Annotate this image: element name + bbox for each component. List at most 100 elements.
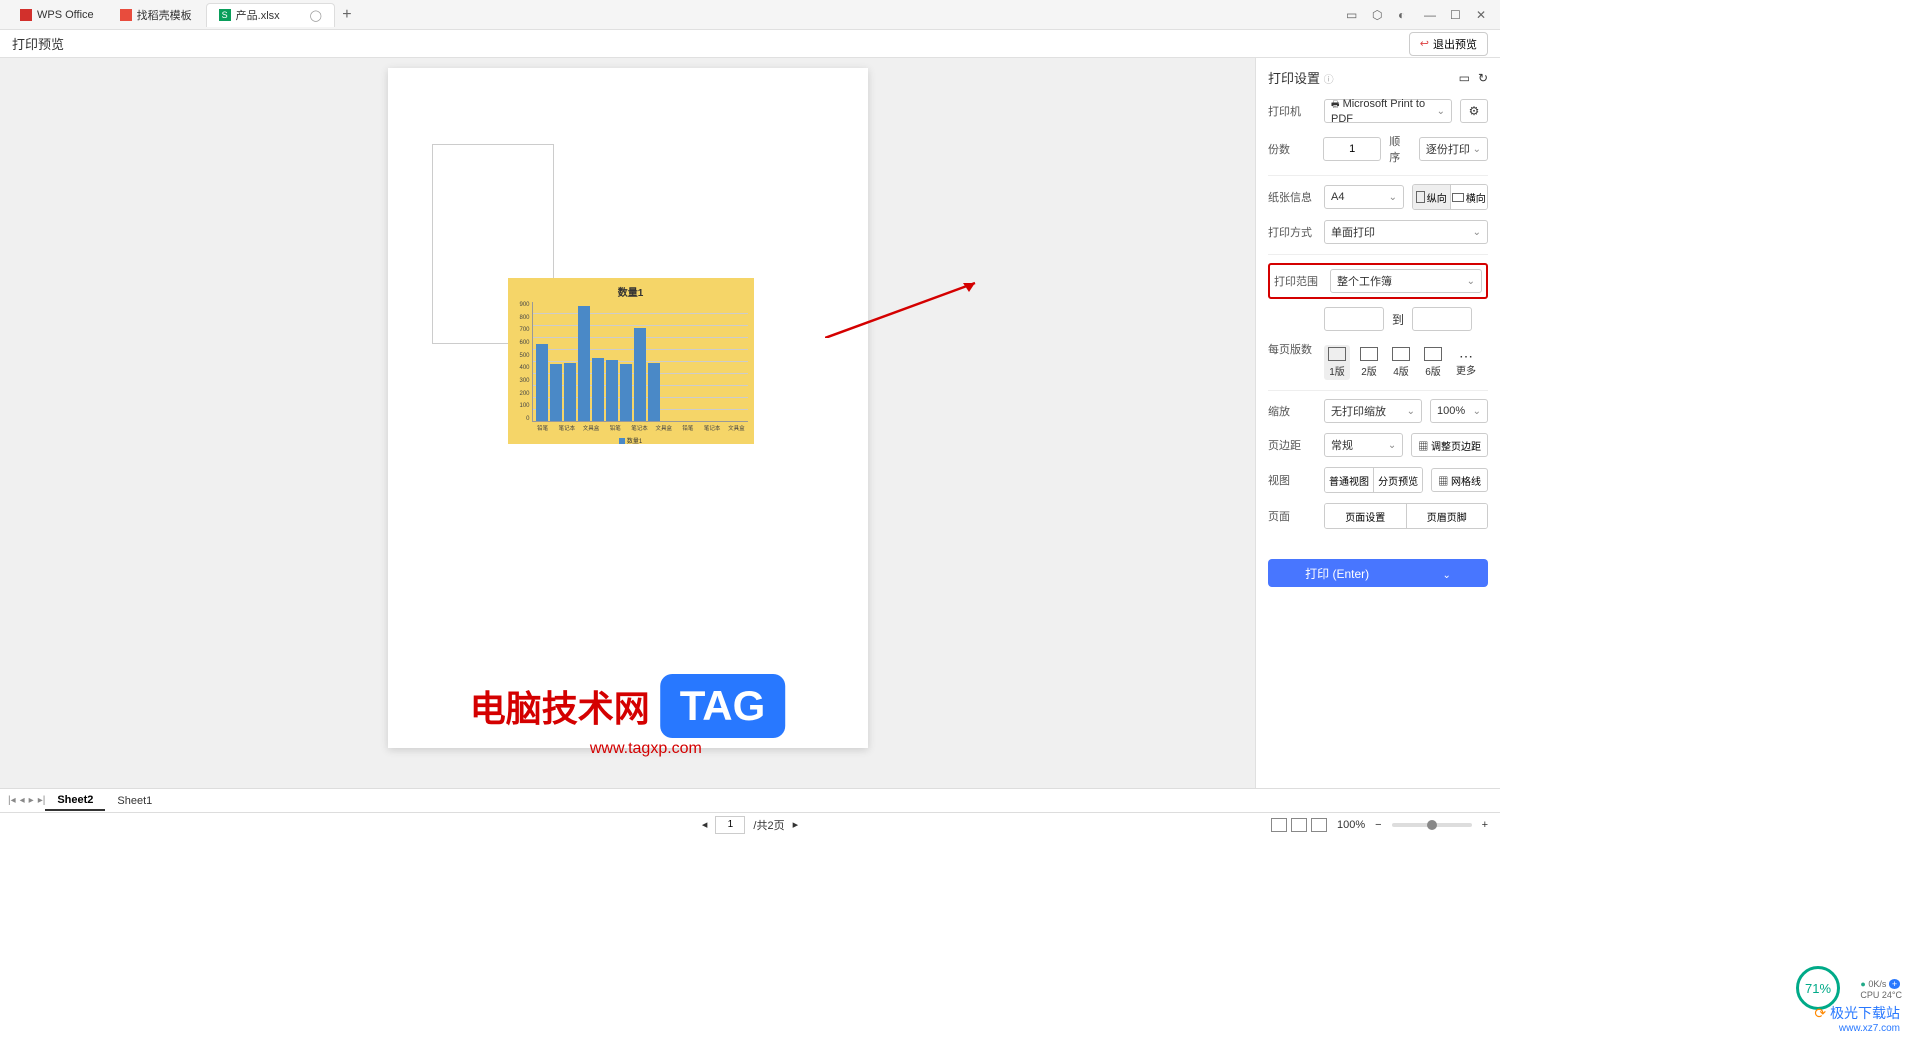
exit-preview-button[interactable]: ↩退出预览 bbox=[1409, 32, 1488, 56]
layout-4-button[interactable]: 4版 bbox=[1388, 345, 1414, 380]
view-mode-3[interactable] bbox=[1311, 818, 1327, 832]
chart-x-labels: 铅笔笔记本文具盒铅笔笔记本文具盒铅笔笔记本文具盒 bbox=[514, 424, 748, 432]
layout-6-button[interactable]: 6版 bbox=[1420, 345, 1446, 380]
page-next-button[interactable]: ▸ bbox=[793, 818, 799, 831]
chart-bar bbox=[606, 360, 618, 421]
layout-more-button[interactable]: ⋯更多 bbox=[1452, 346, 1480, 379]
zoom-slider[interactable] bbox=[1392, 823, 1472, 827]
margin-icon: ▦ bbox=[1418, 442, 1428, 453]
sheet-first-button[interactable]: |◂ bbox=[8, 795, 16, 806]
chart-bar bbox=[578, 306, 590, 421]
sheet-tab-sheet2[interactable]: Sheet2 bbox=[45, 791, 105, 811]
refresh-icon[interactable]: ↻ bbox=[1478, 71, 1488, 85]
page-number-input[interactable] bbox=[715, 816, 745, 834]
chart-bar bbox=[564, 363, 576, 421]
zoom-pct-select[interactable]: 100%⌄ bbox=[1430, 399, 1488, 423]
panel-icon-1[interactable]: ▭ bbox=[1459, 71, 1470, 85]
print-range-select[interactable]: 整个工作簿⌄ bbox=[1330, 269, 1482, 293]
chart-y-axis: 9008007006005004003002001000 bbox=[514, 302, 532, 422]
chevron-down-icon: ⌄ bbox=[1407, 406, 1415, 417]
maximize-button[interactable]: ☐ bbox=[1450, 8, 1464, 22]
tab-menu-icon[interactable]: ◯ bbox=[310, 9, 322, 22]
chart-bar bbox=[620, 364, 632, 421]
portrait-icon bbox=[1416, 191, 1425, 203]
print-button[interactable]: 打印 (Enter) ⌄ bbox=[1268, 559, 1488, 587]
chevron-down-icon: ⌄ bbox=[1388, 440, 1396, 451]
chart-title: 数量1 bbox=[514, 284, 748, 299]
template-icon bbox=[120, 9, 132, 21]
chevron-down-icon: ⌄ bbox=[1473, 406, 1481, 417]
chart-bar bbox=[592, 358, 604, 421]
order-label: 顺序 bbox=[1389, 133, 1411, 165]
page-title: 打印预览 bbox=[12, 34, 64, 53]
layout-1-button[interactable]: 1版 bbox=[1324, 345, 1350, 380]
page-settings-button[interactable]: 页面设置 bbox=[1325, 504, 1407, 528]
close-button[interactable]: ✕ bbox=[1476, 8, 1490, 22]
tab-add-button[interactable]: + bbox=[337, 6, 357, 24]
user-avatar-icon[interactable]: ◐ bbox=[1398, 8, 1412, 22]
view-normal-button[interactable]: 普通视图 bbox=[1325, 468, 1374, 492]
chart-plot bbox=[532, 302, 748, 422]
portrait-button[interactable]: 纵向 bbox=[1413, 185, 1451, 209]
wps-icon bbox=[20, 9, 32, 21]
adjust-margin-button[interactable]: ▦ 调整页边距 bbox=[1411, 433, 1488, 457]
system-stats: ● 0K/s + CPU 24°C bbox=[1860, 979, 1902, 1002]
grid-icon: ▦ bbox=[1438, 477, 1448, 488]
header-footer-button[interactable]: 页眉页脚 bbox=[1407, 504, 1488, 528]
chart-bar bbox=[550, 364, 562, 421]
zoom-label: 100% bbox=[1337, 819, 1365, 831]
exit-icon: ↩ bbox=[1420, 37, 1429, 50]
view-page-button[interactable]: 分页预览 bbox=[1374, 468, 1422, 492]
xls-icon: S bbox=[219, 9, 231, 21]
page-prev-button[interactable]: ◂ bbox=[702, 818, 708, 831]
printer-select[interactable]: 🖶 Microsoft Print to PDF⌄ bbox=[1324, 99, 1452, 123]
margin-label: 页边距 bbox=[1268, 437, 1316, 453]
print-method-select[interactable]: 单面打印⌄ bbox=[1324, 220, 1488, 244]
page-to-input[interactable] bbox=[1412, 307, 1472, 331]
chart-bar bbox=[536, 344, 548, 421]
method-label: 打印方式 bbox=[1268, 224, 1316, 240]
layout-4-icon bbox=[1392, 347, 1410, 361]
zoom-in-button[interactable]: + bbox=[1482, 819, 1488, 831]
zoom-select[interactable]: 无打印缩放⌄ bbox=[1324, 399, 1422, 423]
landscape-button[interactable]: 横向 bbox=[1451, 185, 1488, 209]
page-from-input[interactable] bbox=[1324, 307, 1384, 331]
preview-area: 数量1 9008007006005004003002001000 铅笔笔记本文具… bbox=[0, 58, 1255, 788]
minimize-button[interactable]: — bbox=[1424, 8, 1438, 22]
tab-file[interactable]: S产品.xlsx◯ bbox=[206, 3, 335, 27]
sheet-next-button[interactable]: ▸ bbox=[29, 795, 34, 806]
paper-label: 纸张信息 bbox=[1268, 189, 1316, 205]
gear-icon: ⚙ bbox=[1469, 104, 1480, 118]
sheet-nav: |◂ ◂ ▸ ▸| bbox=[8, 795, 45, 806]
margin-select[interactable]: 常规⌄ bbox=[1324, 433, 1403, 457]
sheet-last-button[interactable]: ▸| bbox=[38, 795, 46, 806]
app-icon-2[interactable]: ⬡ bbox=[1372, 8, 1386, 22]
gridlines-button[interactable]: ▦ 网格线 bbox=[1431, 468, 1488, 492]
to-label: 到 bbox=[1392, 311, 1404, 328]
chevron-down-icon: ⌄ bbox=[1437, 106, 1445, 117]
watermark-url: www.tagxp.com bbox=[590, 740, 702, 758]
settings-title: 打印设置 ⓘ bbox=[1268, 68, 1334, 87]
zoom-label: 缩放 bbox=[1268, 403, 1316, 419]
sheet-tab-sheet1[interactable]: Sheet1 bbox=[105, 792, 164, 810]
order-select[interactable]: 逐份打印⌄ bbox=[1419, 137, 1488, 161]
view-mode-2[interactable] bbox=[1291, 818, 1307, 832]
printer-settings-button[interactable]: ⚙ bbox=[1460, 99, 1488, 123]
layout-2-icon bbox=[1360, 347, 1378, 361]
tab-template[interactable]: 找稻壳模板 bbox=[108, 3, 204, 27]
sheet-prev-button[interactable]: ◂ bbox=[20, 795, 25, 806]
more-icon: ⋯ bbox=[1459, 348, 1473, 362]
copies-label: 份数 bbox=[1268, 141, 1315, 157]
page-total-label: /共2页 bbox=[753, 817, 784, 833]
copies-input[interactable] bbox=[1323, 137, 1381, 161]
chevron-down-icon: ⌄ bbox=[1442, 570, 1450, 581]
help-icon[interactable]: ⓘ bbox=[1324, 75, 1334, 86]
chart-bar bbox=[634, 328, 646, 421]
tab-wps[interactable]: WPS Office bbox=[8, 3, 106, 27]
view-mode-1[interactable] bbox=[1271, 818, 1287, 832]
app-icon-1[interactable]: ▭ bbox=[1346, 8, 1360, 22]
paper-select[interactable]: A4⌄ bbox=[1324, 185, 1404, 209]
tab-wps-label: WPS Office bbox=[37, 9, 94, 21]
zoom-out-button[interactable]: − bbox=[1375, 819, 1381, 831]
layout-2-button[interactable]: 2版 bbox=[1356, 345, 1382, 380]
